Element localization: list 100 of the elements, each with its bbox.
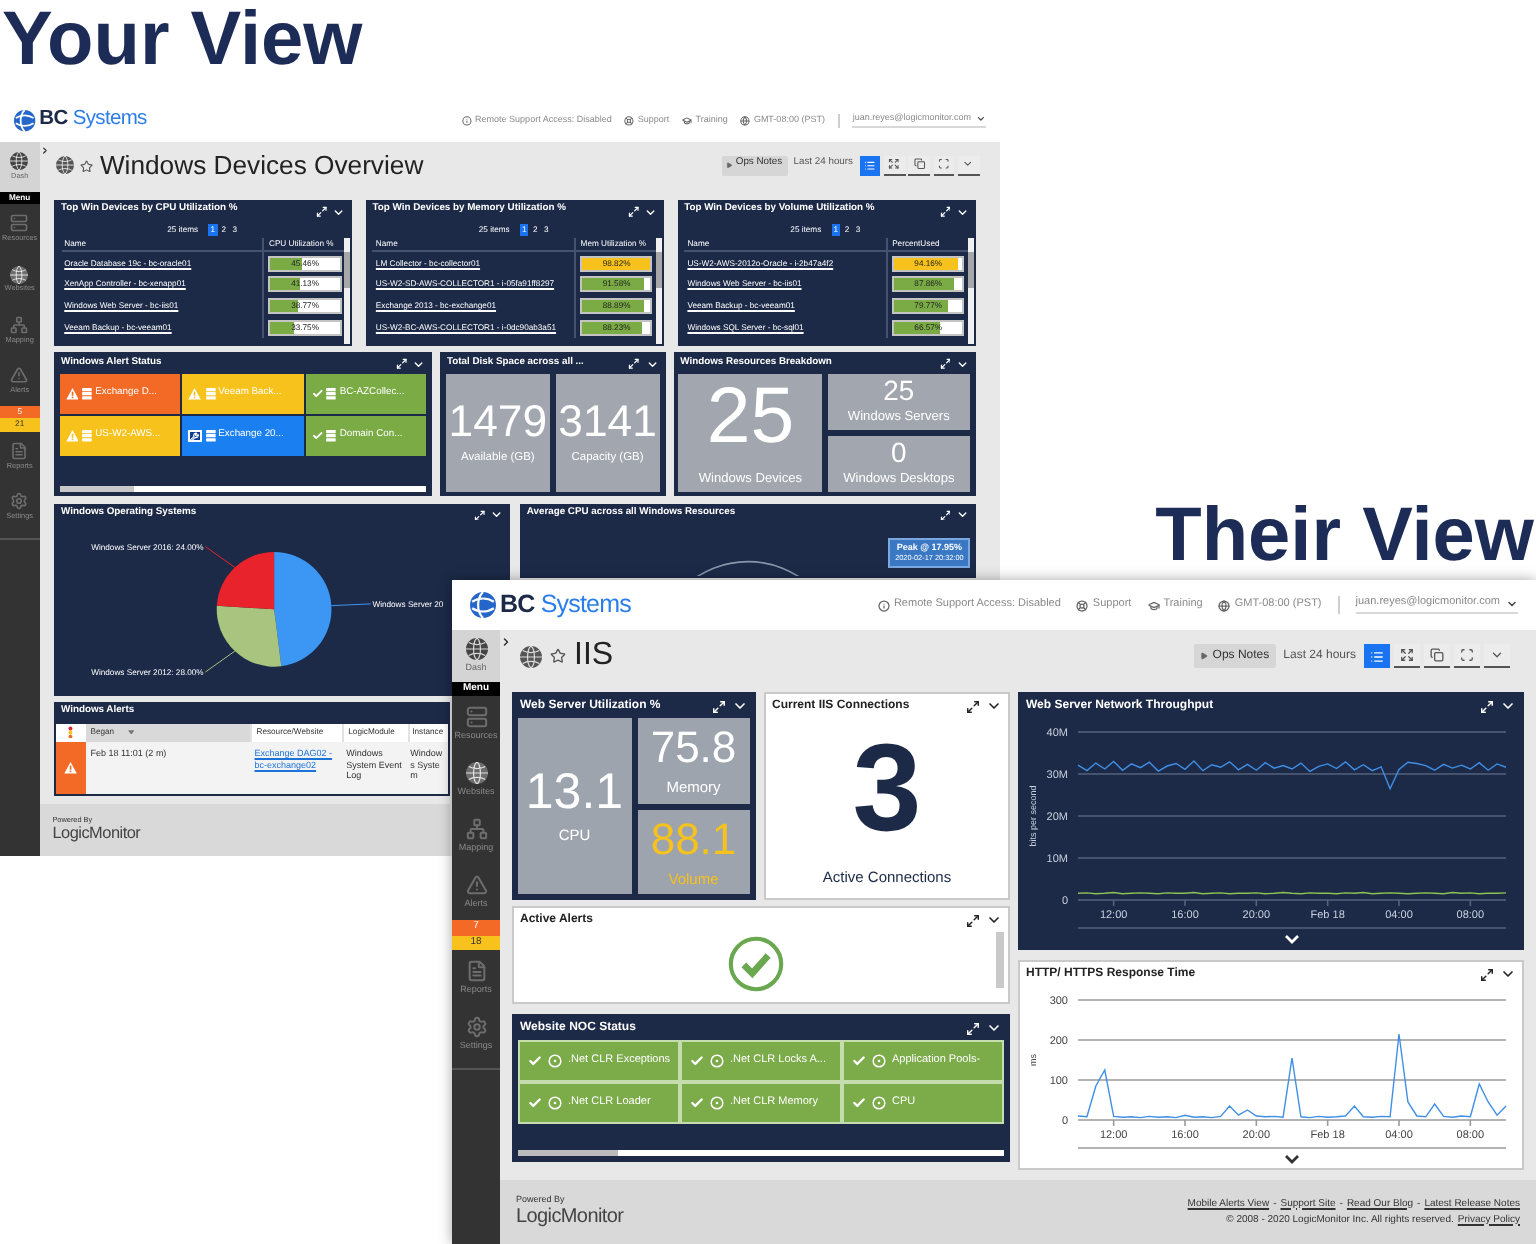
expand-icon[interactable]	[939, 358, 951, 371]
leader-line	[331, 604, 372, 608]
globe-icon	[10, 152, 29, 171]
logo-text: BC Systems	[39, 110, 147, 131]
chevron-down-icon[interactable]	[644, 205, 658, 219]
chevron-right-icon[interactable]	[500, 634, 512, 650]
expand-icon	[888, 158, 901, 171]
globe-icon	[55, 156, 74, 175]
horizontal-scrollbar[interactable]	[59, 485, 427, 493]
lifebuoy-icon	[1076, 599, 1089, 611]
server-icon	[326, 430, 337, 442]
dashboard-title: IIS	[574, 640, 614, 672]
horizontal-scrollbar[interactable]	[518, 1150, 1004, 1156]
chevron-down-icon[interactable]	[732, 698, 748, 714]
scrollbar[interactable]	[655, 238, 663, 344]
check-circle-icon	[727, 936, 783, 992]
target-icon	[872, 1054, 886, 1068]
expand-icon[interactable]	[473, 509, 486, 521]
expand-icon[interactable]	[939, 509, 951, 521]
chevron-down-icon[interactable]	[986, 912, 1002, 928]
wrench-icon	[188, 429, 202, 443]
metric-value: 13.1	[525, 768, 624, 819]
chevron-right-icon[interactable]	[39, 144, 50, 158]
chevron-down-icon[interactable]	[955, 205, 969, 219]
chevron-down-icon	[962, 158, 975, 171]
connection-count: 3	[852, 742, 922, 838]
expand-icon[interactable]	[939, 206, 951, 218]
expand-icon[interactable]	[395, 358, 408, 371]
metric-value: 3141	[558, 400, 657, 446]
list-view-button[interactable]	[1364, 644, 1390, 668]
chevron-down-icon[interactable]	[1500, 966, 1516, 982]
document-icon	[10, 442, 29, 461]
check-icon	[852, 1054, 866, 1068]
expand-icon[interactable]	[628, 358, 641, 371]
chevron-down-icon[interactable]	[986, 698, 1002, 714]
clone-button[interactable]	[908, 155, 930, 176]
target-icon	[710, 1054, 724, 1068]
expand-icon[interactable]	[627, 206, 640, 218]
fullscreen-button[interactable]	[1394, 644, 1420, 668]
gear-icon	[10, 492, 29, 511]
network-icon	[465, 818, 487, 841]
chevron-down-icon[interactable]	[1500, 698, 1516, 714]
expand-icon[interactable]	[966, 913, 980, 927]
more-options-button[interactable]	[957, 155, 980, 176]
list-view-button[interactable]	[859, 155, 881, 176]
server-icon	[82, 430, 93, 442]
metric-value: 25	[706, 378, 795, 458]
check-icon	[528, 1054, 542, 1068]
globe-icon	[10, 265, 29, 284]
globe-logo-icon	[470, 592, 496, 618]
globe-icon	[520, 645, 542, 667]
metric-value: 75.8	[650, 726, 737, 770]
document-icon	[465, 960, 487, 983]
chevron-down-icon[interactable]	[986, 1020, 1002, 1036]
chevron-down-icon[interactable]	[490, 508, 504, 522]
fit-screen-button[interactable]	[1454, 644, 1480, 668]
clone-button[interactable]	[1424, 644, 1450, 668]
chevron-down-icon[interactable]	[332, 205, 346, 219]
view-heading: Your View	[2, 0, 363, 80]
more-options-button[interactable]	[1484, 644, 1510, 668]
dashboard-title: Windows Devices Overview	[99, 152, 424, 179]
check-icon	[528, 1096, 542, 1110]
chevron-down-icon[interactable]	[411, 357, 426, 371]
check-icon	[852, 1096, 866, 1110]
metric-value: 25	[883, 378, 915, 407]
chevron-down-icon[interactable]	[1285, 1155, 1299, 1164]
caret-icon	[1506, 597, 1518, 609]
sort-caret-icon[interactable]	[127, 729, 134, 735]
metric-value: 88.1	[650, 817, 737, 861]
expand-icon[interactable]	[966, 699, 980, 713]
expand-icon[interactable]	[712, 699, 726, 713]
scrollbar[interactable]	[996, 932, 1004, 988]
target-icon	[710, 1096, 724, 1110]
scrollbar[interactable]	[344, 238, 351, 344]
scan-icon	[938, 158, 950, 171]
warning-icon	[65, 430, 79, 442]
expand-icon[interactable]	[1480, 967, 1494, 981]
logo-text: BC Systems	[500, 592, 631, 618]
server-icon	[10, 214, 29, 233]
expand-icon	[1400, 648, 1414, 662]
expand-icon[interactable]	[966, 1021, 980, 1035]
logicmonitor-logo: LogicMonitor	[52, 826, 141, 843]
fullscreen-button[interactable]	[884, 155, 906, 176]
server-icon	[82, 388, 93, 400]
star-icon[interactable]	[550, 648, 566, 664]
target-icon	[872, 1096, 886, 1110]
gear-icon	[465, 1016, 487, 1039]
globe-icon	[1218, 599, 1231, 611]
list-icon	[1370, 649, 1384, 663]
fit-screen-button[interactable]	[933, 155, 955, 176]
scrollbar[interactable]	[967, 238, 974, 344]
expand-icon[interactable]	[316, 206, 328, 218]
play-icon	[725, 162, 733, 169]
chevron-down-icon[interactable]	[645, 357, 659, 371]
chevron-down-icon[interactable]	[955, 508, 969, 522]
expand-icon[interactable]	[1480, 699, 1494, 713]
list-icon	[864, 159, 876, 172]
star-icon[interactable]	[80, 159, 94, 173]
globe-icon	[465, 762, 487, 785]
chevron-down-icon[interactable]	[955, 357, 969, 371]
